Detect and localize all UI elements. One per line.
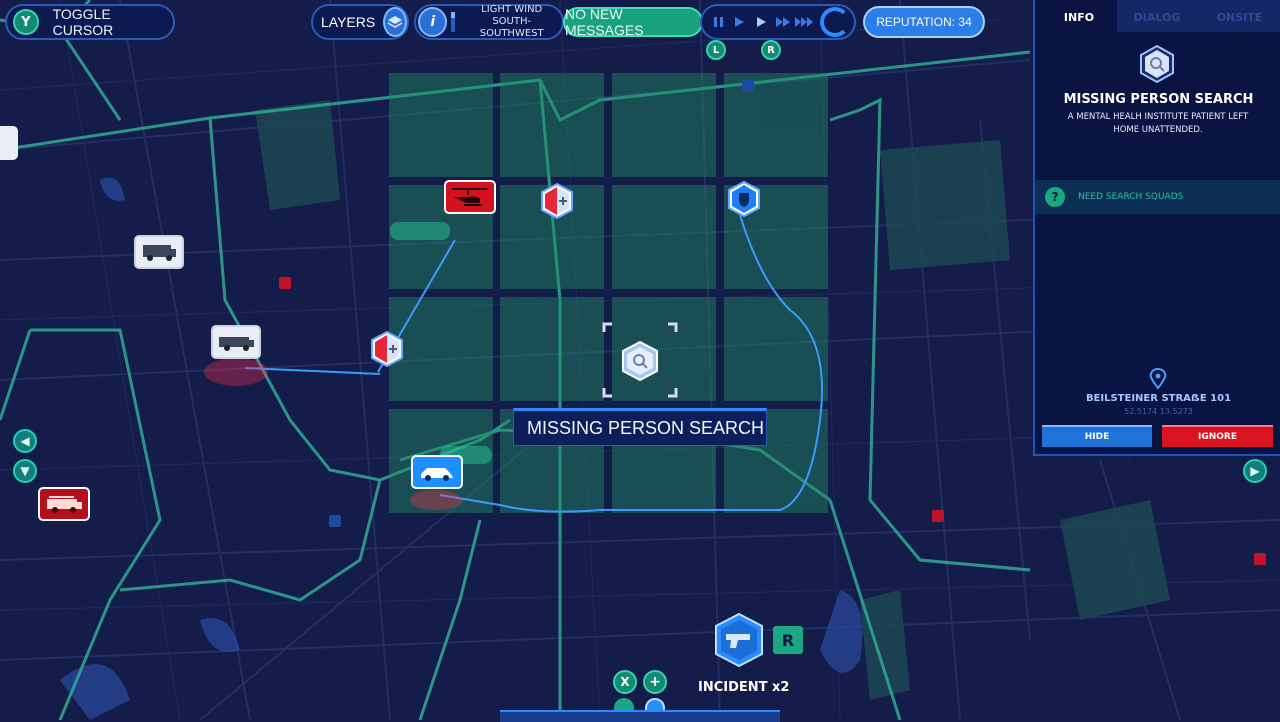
plus-key-icon[interactable]: + xyxy=(643,670,667,694)
requirement-row: ? NEED SEARCH SQUADS xyxy=(1035,180,1280,214)
fire-truck-unit[interactable] xyxy=(38,487,90,521)
scroll-left-down-arrow[interactable]: ▼ xyxy=(13,459,37,483)
messages-label: NO NEW MESSAGES xyxy=(565,6,644,38)
scroll-left-up-arrow[interactable]: ◀ xyxy=(13,429,37,453)
tab-onsite[interactable]: ONSITE xyxy=(1197,0,1280,32)
incident-search-icon[interactable] xyxy=(619,340,661,382)
tab-dialog[interactable]: DIALOG xyxy=(1117,0,1197,32)
incident-description: A MENTAL HEALH INSTITUTE PATIENT LEFT HO… xyxy=(1067,112,1249,135)
x-key-icon[interactable]: X xyxy=(613,670,637,694)
layers-icon xyxy=(383,7,407,37)
police-van-unit-2[interactable] xyxy=(211,325,261,359)
messages-button[interactable]: NO NEW MESSAGES xyxy=(563,6,703,38)
search-icon xyxy=(1137,44,1177,84)
weather-widget: i LIGHT WIND SOUTH-SOUTHWEST xyxy=(414,4,564,40)
hide-button[interactable]: HIDE xyxy=(1042,425,1152,447)
incident-title: MISSING PERSON SEARCH xyxy=(1063,92,1254,107)
y-key-icon: Y xyxy=(13,9,39,35)
police-car-icon xyxy=(421,468,453,481)
shoulder-l-icon: L xyxy=(706,40,726,60)
shoulder-r-icon: R xyxy=(761,40,781,60)
fastest-forward-icon[interactable] xyxy=(794,15,814,29)
police-car-unit[interactable] xyxy=(411,455,463,489)
incident-tooltip[interactable]: MISSING PERSON SEARCH xyxy=(513,408,767,446)
ignore-label: IGNORE xyxy=(1198,432,1237,442)
r-key-icon: R xyxy=(773,626,803,654)
incident-address: BEILSTEINER STRAẞE 101 xyxy=(1085,393,1232,404)
toggle-cursor-label: TOGGLE CURSOR xyxy=(52,6,114,38)
hide-label: HIDE xyxy=(1084,432,1110,442)
wind-line2: SOUTH-SOUTHWEST xyxy=(479,16,544,39)
medical-station-icon[interactable] xyxy=(538,182,576,220)
incident-info-panel: INFO DIALOG ONSITE MISSING PERSON SEARCH… xyxy=(1033,0,1280,456)
layers-button[interactable]: LAYERS xyxy=(311,4,409,40)
tab-info[interactable]: INFO xyxy=(1041,0,1117,34)
incident-count-label: INCIDENT x2 xyxy=(698,680,790,695)
play-slow-icon[interactable] xyxy=(732,15,748,29)
location-pin-icon xyxy=(1148,367,1168,390)
incident-coords: 52.5174 13.5273 xyxy=(1124,407,1193,416)
offscreen-unit[interactable] xyxy=(0,126,18,160)
info-icon[interactable]: i xyxy=(418,7,448,37)
bottom-tray xyxy=(500,710,780,722)
requirement-text: NEED SEARCH SQUADS xyxy=(1078,192,1184,202)
scroll-right-arrow[interactable]: ▶ xyxy=(1243,459,1267,483)
police-van-icon xyxy=(219,337,254,351)
play-icon[interactable] xyxy=(754,15,770,29)
fast-forward-icon[interactable] xyxy=(774,15,792,29)
police-station-icon[interactable] xyxy=(725,180,763,218)
medical-station-icon-2[interactable] xyxy=(368,330,406,368)
pause-icon[interactable] xyxy=(712,15,726,29)
wind-line1: LIGHT WIND xyxy=(481,4,543,15)
clock-ring-icon xyxy=(820,7,850,37)
reputation-badge: REPUTATION: 34 xyxy=(863,6,985,38)
layers-label: LAYERS xyxy=(321,14,376,30)
reputation-label: REPUTATION: 34 xyxy=(876,15,972,29)
question-icon: ? xyxy=(1045,187,1065,207)
time-controls xyxy=(700,4,856,40)
fire-truck-icon xyxy=(47,496,82,513)
ignore-button[interactable]: IGNORE xyxy=(1162,425,1273,447)
pistol-icon[interactable] xyxy=(712,612,766,668)
toggle-cursor-button[interactable]: Y TOGGLE CURSOR xyxy=(5,4,175,40)
helicopter-unit[interactable] xyxy=(444,180,496,214)
incident-tooltip-label: MISSING PERSON SEARCH xyxy=(527,417,765,438)
police-van-icon xyxy=(143,245,176,261)
helicopter-icon xyxy=(452,188,488,206)
police-van-unit-1[interactable] xyxy=(134,235,184,269)
